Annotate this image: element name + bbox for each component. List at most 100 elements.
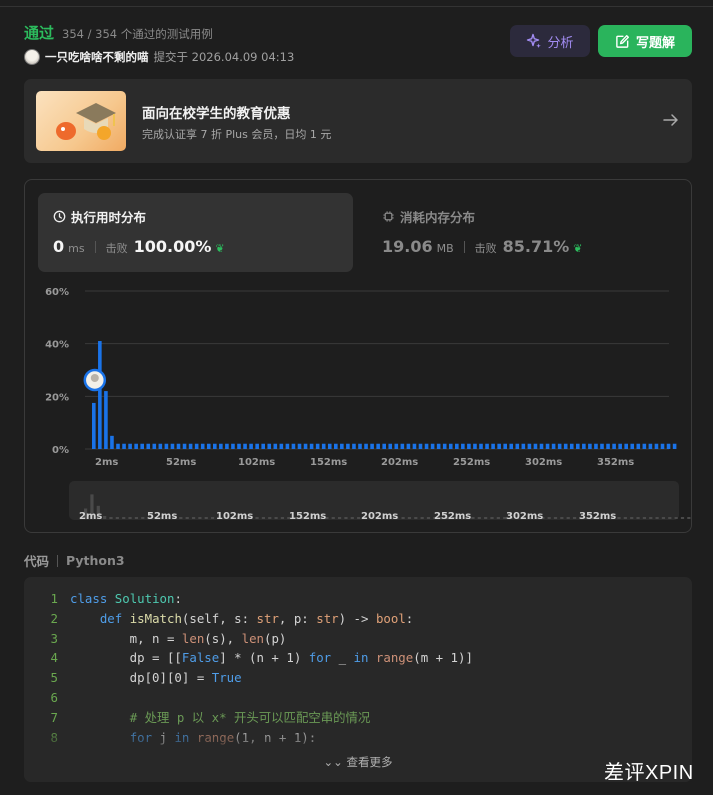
chart-bar [455, 443, 459, 449]
top-divider [0, 0, 713, 7]
chart-bar [436, 443, 441, 449]
chart-bar [406, 443, 411, 449]
overview-bar [674, 517, 678, 519]
line-number: 5 [50, 670, 58, 686]
x-tick-label: 52ms [166, 457, 196, 468]
code-line: 1 class Solution: [24, 589, 473, 609]
chart-bar [576, 443, 580, 449]
chart-bar [243, 443, 247, 449]
overview-bar [103, 516, 107, 519]
chart-bar [479, 443, 483, 449]
chart-bar [116, 443, 120, 449]
chart-bar [134, 443, 138, 449]
overview-bar [261, 517, 265, 519]
promo-title: 面向在校学生的教育优惠 [142, 106, 291, 122]
overview-bar [268, 517, 272, 519]
overview-bar [649, 517, 653, 519]
chart-bar [394, 443, 399, 449]
overview-tick-label: 152ms [289, 511, 326, 522]
chart-bar [563, 443, 568, 449]
chart-bar [98, 341, 102, 449]
chart-bar [231, 443, 235, 449]
chart-bar [660, 443, 665, 449]
chart-bar [376, 443, 380, 449]
line-number: 6 [50, 689, 58, 705]
analyze-button[interactable]: 分析 [510, 25, 590, 57]
chart-bar [461, 443, 465, 449]
chart-bar [255, 443, 259, 449]
overview-bar [204, 517, 208, 519]
chart-bar [636, 443, 641, 449]
overview-bar [357, 517, 361, 519]
code-line: 4 dp = [[False] * (n + 1) for _ in range… [24, 648, 473, 668]
overview-tick-label: 302ms [506, 511, 543, 522]
overview-bar [198, 517, 202, 519]
chart-bar [442, 443, 447, 449]
overview-tick-label: 52ms [147, 511, 177, 522]
chart-bar [303, 443, 308, 449]
code-header: 代码 Python3 [24, 551, 125, 570]
chart-bar [309, 443, 314, 449]
analyze-label: 分析 [547, 35, 574, 51]
y-tick-label: 40% [45, 340, 69, 351]
avatar[interactable] [24, 49, 40, 65]
chart-bar [352, 443, 356, 449]
overview-bar [274, 517, 278, 519]
chart-bar [182, 443, 187, 449]
chart-bar [321, 443, 326, 449]
x-tick-label: 252ms [453, 457, 490, 468]
show-more-button[interactable]: ⌄⌄ 查看更多 [24, 754, 692, 770]
overview-bar [553, 517, 558, 519]
language-label: Python3 [66, 553, 125, 568]
code-line: 6 [24, 688, 473, 708]
overview-tick-label: 202ms [361, 511, 398, 522]
chart-bar [382, 443, 386, 449]
overview-bar [331, 517, 335, 519]
chart-bar [467, 443, 471, 449]
chart-bar [152, 443, 157, 449]
chart-bar [206, 443, 211, 449]
overview-bar [350, 517, 354, 519]
overview-bar [560, 517, 564, 519]
y-tick-label: 0% [52, 445, 69, 456]
chart-bar [128, 443, 132, 449]
chart-bar [158, 443, 163, 449]
overview-bar [122, 517, 126, 519]
chart-bar [412, 443, 417, 449]
education-promo-banner[interactable]: 面向在校学生的教育优惠 完成认证享 7 折 Plus 会员，日均 1 元 [24, 79, 692, 163]
chart-bar [473, 443, 477, 449]
y-tick-label: 20% [45, 392, 69, 403]
overview-bar [642, 517, 646, 519]
chart-bar [249, 443, 253, 449]
chart-bar [630, 443, 635, 449]
overview-bar [141, 517, 145, 519]
overview-bar [191, 517, 196, 519]
code-line: 5 dp[0][0] = True [24, 668, 473, 688]
promo-subtitle: 完成认证享 7 折 Plus 会员，日均 1 元 [142, 128, 332, 141]
overview-bar [401, 517, 405, 519]
chart-bar [448, 443, 453, 449]
graduation-cap-illustration [36, 91, 126, 151]
username-link[interactable]: 一只吃啥啥不剩的喵 [45, 49, 149, 65]
chart-bar [594, 443, 598, 449]
chart-bar [509, 443, 514, 449]
performance-panel: 执行用时分布 0 ms 击败 100.00% ❦ 消耗内存分布 19.06 MB… [24, 179, 692, 533]
x-tick-label: 202ms [381, 457, 418, 468]
submit-time: 提交于 2026.04.09 04:13 [153, 50, 295, 64]
overview-bar [185, 517, 189, 519]
overview-bar [128, 517, 132, 519]
chart-bar [194, 443, 199, 449]
chart-bar [491, 443, 495, 449]
write-solution-button[interactable]: 写题解 [598, 25, 692, 57]
chart-bar [267, 443, 272, 449]
chart-bar [273, 443, 278, 449]
chart-bar [618, 443, 622, 449]
chart-bar [666, 443, 671, 449]
runtime-distribution-chart[interactable]: 0% 20% 40% 60% 2ms 52ms 102ms 152ms 202ms 252ms 30… [25, 180, 693, 534]
chart-bar [418, 443, 423, 449]
watermark: 差评XPIN [604, 762, 694, 784]
x-tick-label: 152ms [310, 457, 347, 468]
chart-bar [164, 443, 169, 449]
overview-bar [630, 517, 634, 519]
overview-bar [566, 517, 570, 519]
